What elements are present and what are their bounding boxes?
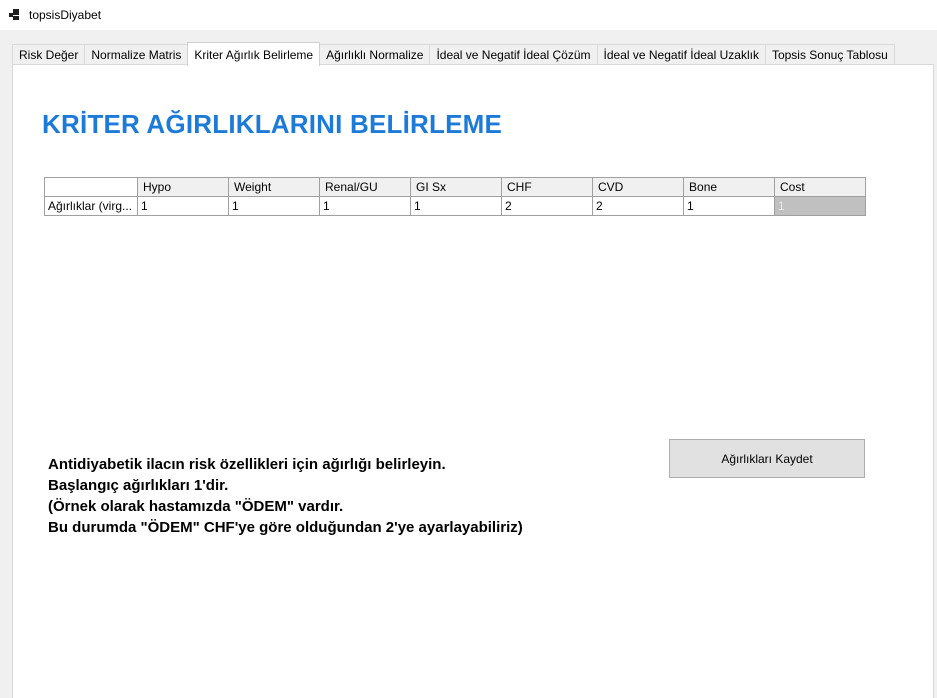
title-bar: topsisDiyabet	[0, 0, 937, 30]
instruction-line: Başlangıç ağırlıkları 1'dir.	[48, 477, 229, 494]
grid-corner-cell	[43, 177, 139, 197]
instruction-line: Bu durumda "ÖDEM" CHF'ye göre olduğundan…	[48, 519, 523, 536]
tab-kriter-agirlik-belirleme[interactable]: Kriter Ağırlık Belirleme	[187, 42, 321, 66]
weight-cell-hypo[interactable]: 1	[137, 196, 230, 216]
tab-normalize-matris[interactable]: Normalize Matris	[84, 44, 189, 65]
column-header-bone[interactable]: Bone	[683, 177, 776, 197]
weight-cell-gi-sx[interactable]: 1	[410, 196, 503, 216]
weight-cell-cvd[interactable]: 2	[592, 196, 685, 216]
instruction-text: Antidiyabetik ilacın risk özellikleri iç…	[48, 454, 523, 538]
tab-ideal-negatif-ideal-cozum[interactable]: İdeal ve Negatif İdeal Çözüm	[429, 44, 598, 65]
app-icon	[9, 9, 20, 20]
instruction-line: Antidiyabetik ilacın risk özellikleri iç…	[48, 456, 446, 473]
weights-grid: Hypo Weight Renal/GU GI Sx CHF CVD Bone …	[43, 177, 867, 216]
column-header-cost[interactable]: Cost	[774, 177, 867, 197]
window-title: topsisDiyabet	[29, 8, 102, 22]
row-header-agirliklar[interactable]: Ağırlıklar (virg...	[43, 196, 139, 216]
tab-risk-deger[interactable]: Risk Değer	[12, 44, 86, 65]
tab-agirlikli-normalize[interactable]: Ağırlıklı Normalize	[319, 44, 431, 65]
tab-panel: KRİTER AĞIRLIKLARINI BELİRLEME Hypo Weig…	[12, 64, 934, 698]
column-header-chf[interactable]: CHF	[501, 177, 594, 197]
column-header-hypo[interactable]: Hypo	[137, 177, 230, 197]
tab-strip: Risk Değer Normalize Matris Kriter Ağırl…	[12, 42, 895, 66]
column-header-gi-sx[interactable]: GI Sx	[410, 177, 503, 197]
tab-topsis-sonuc-tablosu[interactable]: Topsis Sonuç Tablosu	[764, 44, 895, 65]
tab-ideal-negatif-ideal-uzaklik[interactable]: İdeal ve Negatif İdeal Uzaklık	[596, 44, 766, 65]
weight-cell-chf[interactable]: 2	[501, 196, 594, 216]
weight-cell-renal-gu[interactable]: 1	[319, 196, 412, 216]
instruction-line: (Örnek olarak hastamızda "ÖDEM" vardır.	[48, 498, 344, 515]
weight-cell-weight[interactable]: 1	[228, 196, 321, 216]
column-header-weight[interactable]: Weight	[228, 177, 321, 197]
save-weights-button[interactable]: Ağırlıkları Kaydet	[669, 439, 865, 478]
grid-header-row: Hypo Weight Renal/GU GI Sx CHF CVD Bone …	[43, 177, 867, 197]
column-header-renal-gu[interactable]: Renal/GU	[319, 177, 412, 197]
table-row: Ağırlıklar (virg... 1 1 1 1 2 2 1 1	[43, 196, 867, 216]
page-title: KRİTER AĞIRLIKLARINI BELİRLEME	[42, 109, 503, 139]
column-header-cvd[interactable]: CVD	[592, 177, 685, 197]
weight-cell-bone[interactable]: 1	[683, 196, 776, 216]
weight-cell-cost[interactable]: 1	[774, 196, 867, 216]
